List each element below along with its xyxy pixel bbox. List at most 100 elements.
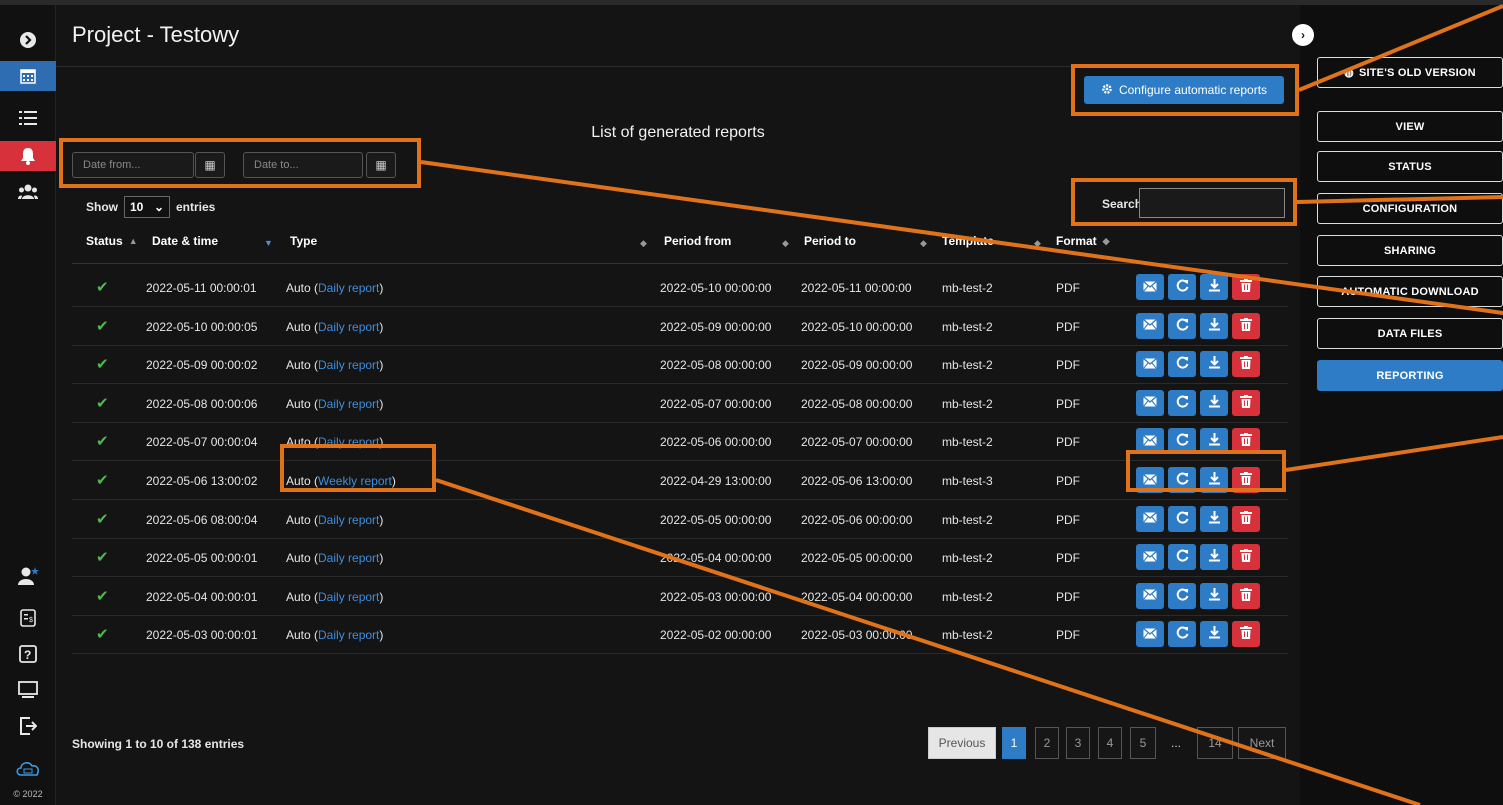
sidebar-button-data-files[interactable]: DATA FILES [1317,318,1503,349]
sidebar-button-configuration[interactable]: CONFIGURATION [1317,193,1503,224]
download-report-button[interactable] [1200,582,1228,609]
status-check-icon: ✔ [96,433,109,451]
row-template: mb-test-2 [942,435,993,450]
search-input[interactable] [1139,188,1285,218]
regenerate-report-button[interactable] [1168,274,1196,300]
date-to-calendar-button[interactable]: ▦ [366,152,396,178]
cloud-icon[interactable] [0,753,56,783]
report-type-link[interactable]: Daily report [318,590,379,604]
regenerate-report-button[interactable] [1168,312,1196,339]
pagination-previous[interactable]: Previous [928,727,996,759]
sidebar-button-view[interactable]: VIEW [1317,111,1503,142]
logout-icon[interactable] [0,711,56,741]
regenerate-report-button[interactable] [1168,621,1196,648]
report-type-link[interactable]: Daily report [318,435,379,449]
date-from-input[interactable]: Date from... [72,152,194,178]
email-report-button[interactable] [1136,621,1164,648]
pagination-page-4[interactable]: 4 [1098,727,1122,759]
download-report-button[interactable] [1200,428,1228,455]
report-type-link[interactable]: Daily report [318,320,379,334]
report-type-link[interactable]: Weekly report [318,474,392,488]
pagination-page-2[interactable]: 2 [1035,727,1059,759]
email-report-button[interactable] [1136,351,1164,378]
help-icon[interactable]: ? [0,639,56,669]
delete-report-button[interactable] [1232,505,1260,532]
header-period-from[interactable]: Period from [664,234,731,248]
regenerate-report-button[interactable] [1168,582,1196,609]
status-check-icon: ✔ [96,394,109,412]
header-status[interactable]: Status ▲ [86,234,138,248]
download-report-button[interactable] [1200,505,1228,532]
chevron-right-icon[interactable]: › [1292,24,1314,46]
calendar-icon[interactable] [0,61,56,91]
email-report-button[interactable] [1136,505,1164,532]
sidebar-button-reporting[interactable]: REPORTING [1317,360,1503,391]
report-type-link[interactable]: Daily report [318,551,379,565]
top-strip [0,0,1503,5]
delete-report-button[interactable] [1232,467,1260,493]
pagination-page-5[interactable]: 5 [1130,727,1156,759]
sidebar-button-sharing[interactable]: SHARING [1317,235,1503,266]
header-format[interactable]: Format ◆ [1056,234,1110,248]
regenerate-report-button[interactable] [1168,351,1196,378]
sidebar-button-site-s-old-version[interactable]: ◍ SITE'S OLD VERSION [1317,57,1503,88]
regenerate-report-button[interactable] [1168,544,1196,571]
regenerate-report-button[interactable] [1168,389,1196,416]
report-type-link[interactable]: Daily report [318,281,379,295]
email-report-button[interactable] [1136,428,1164,455]
header-type[interactable]: Type [290,234,317,248]
email-report-button[interactable] [1136,582,1164,609]
report-type-link[interactable]: Daily report [318,397,379,411]
email-report-button[interactable] [1136,389,1164,416]
regenerate-report-button[interactable] [1168,467,1196,493]
configure-automatic-reports-button[interactable]: Configure automatic reports [1084,76,1284,104]
download-icon [1208,626,1221,642]
delete-report-button[interactable] [1232,389,1260,416]
header-period-to[interactable]: Period to [804,234,856,248]
header-datetime[interactable]: Date & time [152,234,218,248]
delete-report-button[interactable] [1232,582,1260,609]
email-report-button[interactable] [1136,274,1164,300]
sidebar-button-automatic-download[interactable]: AUTOMATIC DOWNLOAD [1317,276,1503,307]
sidebar-button-status[interactable]: STATUS [1317,151,1503,182]
email-report-button[interactable] [1136,312,1164,339]
download-report-button[interactable] [1200,544,1228,571]
download-report-button[interactable] [1200,389,1228,416]
download-report-button[interactable] [1200,351,1228,378]
download-report-button[interactable] [1200,274,1228,300]
entries-select[interactable]: 10 ⌄ [124,196,170,218]
pagination-page-3[interactable]: 3 [1066,727,1090,759]
email-report-button[interactable] [1136,544,1164,571]
delete-report-button[interactable] [1232,544,1260,571]
date-to-input[interactable]: Date to... [243,152,363,178]
download-report-button[interactable] [1200,467,1228,493]
invoice-icon[interactable]: $ [0,603,56,633]
pagination-next[interactable]: Next [1238,727,1286,759]
users-icon[interactable] [0,177,56,207]
regenerate-report-button[interactable] [1168,505,1196,532]
header-template[interactable]: Template [942,234,994,248]
report-type-link[interactable]: Daily report [318,358,379,372]
user-star-icon[interactable] [0,561,56,591]
report-type-link[interactable]: Daily report [318,513,379,527]
delete-report-button[interactable] [1232,428,1260,455]
delete-report-button[interactable] [1232,274,1260,300]
delete-report-button[interactable] [1232,312,1260,339]
pagination-page-1[interactable]: 1 [1002,727,1026,759]
email-report-button[interactable] [1136,467,1164,493]
download-report-button[interactable] [1200,312,1228,339]
row-period-from: 2022-05-07 00:00:00 [660,396,772,411]
report-type-link[interactable]: Daily report [318,628,379,642]
date-from-calendar-button[interactable]: ▦ [195,152,225,178]
expand-icon[interactable] [0,25,56,55]
regenerate-report-button[interactable] [1168,428,1196,455]
delete-report-button[interactable] [1232,621,1260,648]
download-report-button[interactable] [1200,621,1228,648]
bell-icon[interactable] [0,141,56,171]
monitor-icon[interactable] [0,675,56,705]
delete-report-button[interactable] [1232,351,1260,378]
pagination-page-last[interactable]: 14 [1197,727,1233,759]
list-icon[interactable] [0,103,56,133]
row-datetime: 2022-05-09 00:00:02 [146,358,258,373]
row-type-prefix: Auto ( [286,512,319,527]
